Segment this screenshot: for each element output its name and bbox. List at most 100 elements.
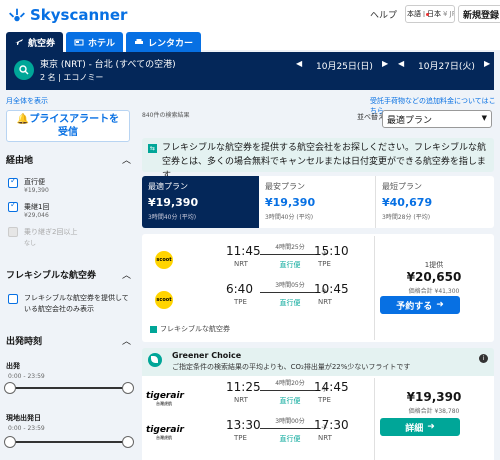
direct-label: 直行便 <box>279 435 301 443</box>
result-card-1[interactable]: scoot 11:45 NRT 4時間25分 直行便 15:10 TPE sco… <box>142 234 494 342</box>
result-card-2[interactable]: tigerair台灣虎航 11:25 NRT 4時間20分 直行便 14:45 … <box>142 376 494 460</box>
provider-count: 1提供 <box>424 261 444 269</box>
arrow-right-icon: ➜ <box>427 422 435 432</box>
sort-tab-label: 最短プラン <box>382 182 422 191</box>
book-button[interactable]: 予約する ➜ <box>380 296 460 314</box>
depart-airport: NRT <box>234 260 248 268</box>
search-passengers: 2 名 | エコノミー <box>40 73 104 82</box>
depart-prev-icon[interactable]: ◀ <box>296 59 302 68</box>
return-next-icon[interactable]: ▶ <box>484 59 490 68</box>
price-alert-button[interactable]: 🔔プライスアラートを 受信 <box>6 110 130 142</box>
search-icon[interactable] <box>14 60 34 80</box>
stops-direct-checkbox[interactable] <box>8 176 18 188</box>
tigerair-logo: tigerair 台灣虎航 <box>146 420 184 448</box>
airline-subname: 台灣虎航 <box>156 401 172 406</box>
price-alert-label-2: 受信 <box>58 127 78 138</box>
flight-line <box>260 385 328 394</box>
flexible-note-text: フレキシブルな航空券 <box>160 325 230 333</box>
product-tabs: 航空券 ホテル レンタカー <box>6 32 202 52</box>
tab-carhire-label: レンタカー <box>148 38 194 49</box>
stops-two-price: なし <box>24 240 37 247</box>
tigerair-logo: tigerair 台灣虎航 <box>146 386 184 414</box>
sort-select[interactable]: 最適プラン ▼ <box>382 110 492 128</box>
depart-time: 13:30 <box>226 418 261 432</box>
stops-two-label: 乗り継ぎ2回以上 <box>24 228 78 236</box>
sort-tab-fastest[interactable]: 最短プラン ¥40,679 3時間28分 (平均) <box>376 176 494 228</box>
plane-icon <box>15 39 23 45</box>
sort-tab-label: 最適プラン <box>148 182 188 191</box>
chevron-up-icon[interactable]: ︿ <box>122 334 131 347</box>
stops-direct-price: ¥19,390 <box>24 187 49 194</box>
slider-handle-max[interactable] <box>122 382 134 394</box>
tab-carhire[interactable]: レンタカー <box>126 32 202 52</box>
depart-time-slider[interactable] <box>4 382 134 394</box>
greener-title: Greener Choice <box>172 351 242 360</box>
bell-icon: 🔔 <box>16 114 30 125</box>
chevron-up-icon[interactable]: ︿ <box>122 268 131 281</box>
depart-date[interactable]: 10月25日(日) <box>316 59 373 72</box>
flight-duration: 4時間25分 <box>275 244 305 251</box>
sort-tab-duration: 3時間40分 (平均) <box>265 214 314 221</box>
depart-next-icon[interactable]: ▶ <box>382 59 388 68</box>
flight-line <box>260 249 328 258</box>
return-leg: scoot 6:40 TPE 3時間05分 直行便 10:45 NRT <box>142 276 370 320</box>
sort-tab-duration: 3時間28分 (平均) <box>382 214 431 221</box>
sort-tab-price: ¥19,390 <box>265 196 316 209</box>
info-icon[interactable]: i <box>479 354 488 363</box>
return-prev-icon[interactable]: ◀ <box>398 59 404 68</box>
arrow-right-icon: ➜ <box>436 300 444 310</box>
greener-choice-banner: Greener Choice ご指定条件の検索結果の平均よりも、CO₂排出量が2… <box>142 348 494 376</box>
sort-tabs: 最適プラン ¥19,390 3時間40分 (平均) 最安プラン ¥19,390 … <box>142 176 494 228</box>
sort-value: 最適プラン <box>387 116 433 126</box>
direct-label: 直行便 <box>279 299 301 307</box>
flight-line <box>260 423 328 432</box>
tab-flights[interactable]: 航空券 <box>6 32 64 52</box>
details-button-label: 詳細 <box>405 423 424 434</box>
return-time-slider[interactable] <box>4 436 134 448</box>
arrive-airport: TPE <box>318 396 331 404</box>
flexible-ticket-banner: ⇆ フレキシブルな航空券を提供する航空会社をお探しください。フレキシブルな航空券… <box>142 138 494 181</box>
result-count: 840件の検索結果 <box>142 112 190 119</box>
ticket-icon: ⇆ <box>148 144 157 153</box>
skyscanner-logo[interactable]: Skyscanner <box>8 6 127 24</box>
flexible-section-title[interactable]: フレキシブルな航空券 <box>6 268 96 281</box>
depart-time-range: 0:00 - 23:59 <box>8 373 45 380</box>
direct-label: 直行便 <box>279 261 301 269</box>
flexible-checkbox[interactable] <box>8 294 18 304</box>
stops-one-checkbox[interactable] <box>8 200 18 212</box>
times-section-title[interactable]: 出発時刻 <box>6 334 42 347</box>
return-time-range: 0:00 - 23:59 <box>8 425 45 432</box>
return-date[interactable]: 10月27日(火) <box>418 59 475 72</box>
stops-one-price: ¥29,046 <box>24 212 49 219</box>
sort-tab-cheapest[interactable]: 最安プラン ¥19,390 3時間40分 (平均) <box>259 176 376 228</box>
locale-region: 日本 <box>426 10 441 18</box>
flight-duration: 3時間00分 <box>275 418 305 425</box>
slider-handle-min[interactable] <box>4 436 16 448</box>
bed-icon <box>74 39 84 46</box>
chevron-up-icon[interactable]: ︿ <box>122 153 131 166</box>
details-button[interactable]: 詳細 ➜ <box>380 418 460 436</box>
help-link[interactable]: ヘルプ <box>370 8 397 21</box>
flexible-note: フレキシブルな航空券 <box>150 324 230 334</box>
tab-hotels[interactable]: ホテル <box>66 32 124 52</box>
scoot-logo: scoot <box>150 246 178 274</box>
stops-section-title[interactable]: 経由地 <box>6 153 33 166</box>
search-summary-bar[interactable]: 東京 (NRT) - 台北 (すべての空港) 2 名 | エコノミー ◀ 10月… <box>6 52 494 90</box>
slider-handle-max[interactable] <box>122 436 134 448</box>
month-view-link[interactable]: 月全体を表示 <box>6 96 48 106</box>
sort-tab-best[interactable]: 最適プラン ¥19,390 3時間40分 (平均) <box>142 176 259 228</box>
price-alert-label-1: プライスアラートを <box>29 114 120 125</box>
return-leg: tigerair台灣虎航 13:30 TPE 3時間00分 直行便 17:30 … <box>142 416 370 460</box>
slider-handle-min[interactable] <box>4 382 16 394</box>
locale-selector[interactable]: 日本語 日本 ¥ JPY <box>405 5 455 23</box>
leaf-icon <box>148 353 162 367</box>
signup-button[interactable]: 新規登録 <box>458 5 500 23</box>
airline-subname: 台灣虎航 <box>156 435 172 440</box>
sort-tab-price: ¥19,390 <box>148 196 199 209</box>
tab-hotels-label: ホテル <box>88 38 116 49</box>
arrive-time: 10:45 <box>314 282 349 296</box>
price: ¥19,390 <box>406 390 462 404</box>
depart-airport: NRT <box>234 396 248 404</box>
price-total: 価格合計 ¥41,300 <box>408 288 460 295</box>
price: ¥20,650 <box>406 270 462 284</box>
